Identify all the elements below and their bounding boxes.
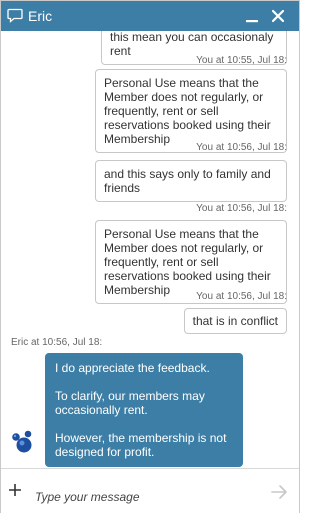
message-text: and this says only to family and friends	[104, 167, 271, 195]
agent-message-text: However, the membership is not designed …	[55, 431, 227, 459]
message-timestamp: You at 10:56, Jul 18:	[196, 291, 287, 302]
conversation[interactable]: this mean you can occasionaly rent You a…	[1, 31, 299, 468]
message-composer: Type your message	[1, 468, 299, 513]
agent-avatar-icon	[9, 429, 35, 460]
agent-message: I do appreciate the feedback. To clarify…	[45, 353, 243, 467]
chat-bubble-icon	[7, 8, 23, 28]
message-text: that is in conflict	[192, 314, 278, 328]
message-text: Personal Use means that the Member does …	[104, 76, 271, 146]
message-input[interactable]: Type your message	[35, 490, 140, 504]
message-timestamp: You at 10:55, Jul 18:	[196, 55, 287, 66]
message-timestamp: You at 10:56, Jul 18:	[196, 203, 287, 214]
message-text: this mean you can occasionaly rent	[110, 31, 274, 58]
minimize-icon[interactable]	[245, 10, 259, 29]
chat-window: Eric this mean you can occasionaly rent …	[0, 0, 300, 513]
send-arrow-icon[interactable]	[271, 484, 289, 505]
agent-message-text: To clarify, our members may occasionally…	[55, 389, 205, 417]
chat-header: Eric	[1, 1, 299, 31]
close-icon[interactable]	[271, 9, 285, 28]
message-timestamp: You at 10:56, Jul 18:	[196, 142, 287, 153]
user-message: that is in conflict	[183, 308, 287, 334]
message-text: Personal Use means that the Member does …	[104, 227, 271, 297]
chat-title: Eric	[28, 8, 53, 24]
user-message: and this says only to family and friends	[95, 160, 287, 202]
user-message: Personal Use means that the Member does …	[95, 69, 287, 153]
agent-message-text: I do appreciate the feedback.	[55, 361, 210, 375]
plus-icon[interactable]	[8, 483, 22, 502]
agent-timestamp: Eric at 10:56, Jul 18:	[11, 337, 103, 348]
